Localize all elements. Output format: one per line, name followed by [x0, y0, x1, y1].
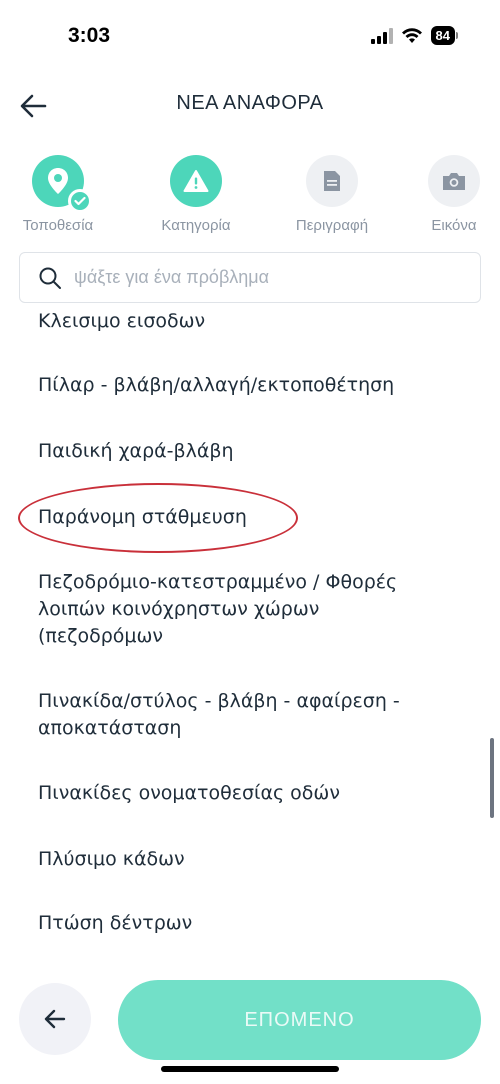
app-header: ΝΕΑ ΑΝΑΦΟΡΑ [0, 78, 500, 134]
cellular-signal-icon [370, 27, 393, 44]
list-item[interactable]: Πλύσιμο κάδων [38, 846, 448, 873]
next-button[interactable]: ΕΠΟΜΕΝΟ [118, 980, 481, 1060]
list-item[interactable]: Παιδική χαρά-βλάβη [38, 438, 448, 465]
search-icon [39, 267, 61, 289]
scrollbar[interactable] [490, 738, 494, 818]
list-item[interactable]: Κλεισιμο εισοδων [38, 308, 448, 335]
list-item[interactable]: Παράνομη στάθμευση [38, 504, 448, 531]
search-box[interactable] [19, 252, 481, 303]
step-description-circle [306, 155, 358, 207]
step-label: Εικόνα [431, 217, 477, 234]
step-image-circle [428, 155, 480, 207]
document-icon [324, 171, 340, 191]
list-item[interactable]: Πτώση δέντρων [38, 910, 448, 937]
status-bar: 3:03 84 [0, 0, 500, 70]
battery-icon: 84 [430, 26, 458, 45]
warning-icon [183, 170, 209, 192]
list-item[interactable]: Πίλαρ - βλάβη/αλλαγή/εκτοποθέτηση [38, 372, 448, 399]
step-indicator: Τοποθεσία Κατηγορία Περιγραφή Εικόνα [0, 155, 500, 245]
arrow-left-icon [44, 1009, 66, 1029]
step-location[interactable]: Τοποθεσία [3, 155, 113, 234]
check-icon [68, 189, 92, 213]
step-category[interactable]: Κατηγορία [141, 155, 251, 234]
list-item[interactable]: Πεζοδρόμιο-κατεστραμμένο / Φθορές λοιπών… [38, 569, 448, 650]
wifi-icon [401, 27, 422, 43]
step-category-circle [170, 155, 222, 207]
camera-icon [443, 173, 465, 190]
step-location-circle [32, 155, 92, 213]
list-item[interactable]: Πινακίδες ονοματοθεσίας οδών [38, 780, 448, 807]
search-input[interactable] [74, 267, 454, 288]
step-image[interactable]: Εικόνα [399, 155, 500, 234]
step-description[interactable]: Περιγραφή [277, 155, 387, 234]
home-indicator [161, 1066, 339, 1072]
list-item[interactable]: Πινακίδα/στύλος - βλάβη - αφαίρεση - απο… [38, 688, 448, 742]
step-label: Περιγραφή [295, 217, 369, 234]
back-button[interactable] [19, 983, 91, 1055]
next-button-label: ΕΠΟΜΕΝΟ [244, 1008, 355, 1031]
step-label: Κατηγορία [161, 217, 231, 234]
page-title: ΝΕΑ ΑΝΑΦΟΡΑ [176, 92, 324, 114]
status-time: 3:03 [68, 24, 111, 47]
battery-level: 84 [430, 26, 455, 45]
step-label: Τοποθεσία [22, 217, 94, 234]
status-icons: 84 [370, 26, 458, 45]
category-list: Κλεισιμο εισοδων Πίλαρ - βλάβη/αλλαγή/εκ… [0, 303, 500, 958]
location-pin-icon [48, 168, 68, 194]
